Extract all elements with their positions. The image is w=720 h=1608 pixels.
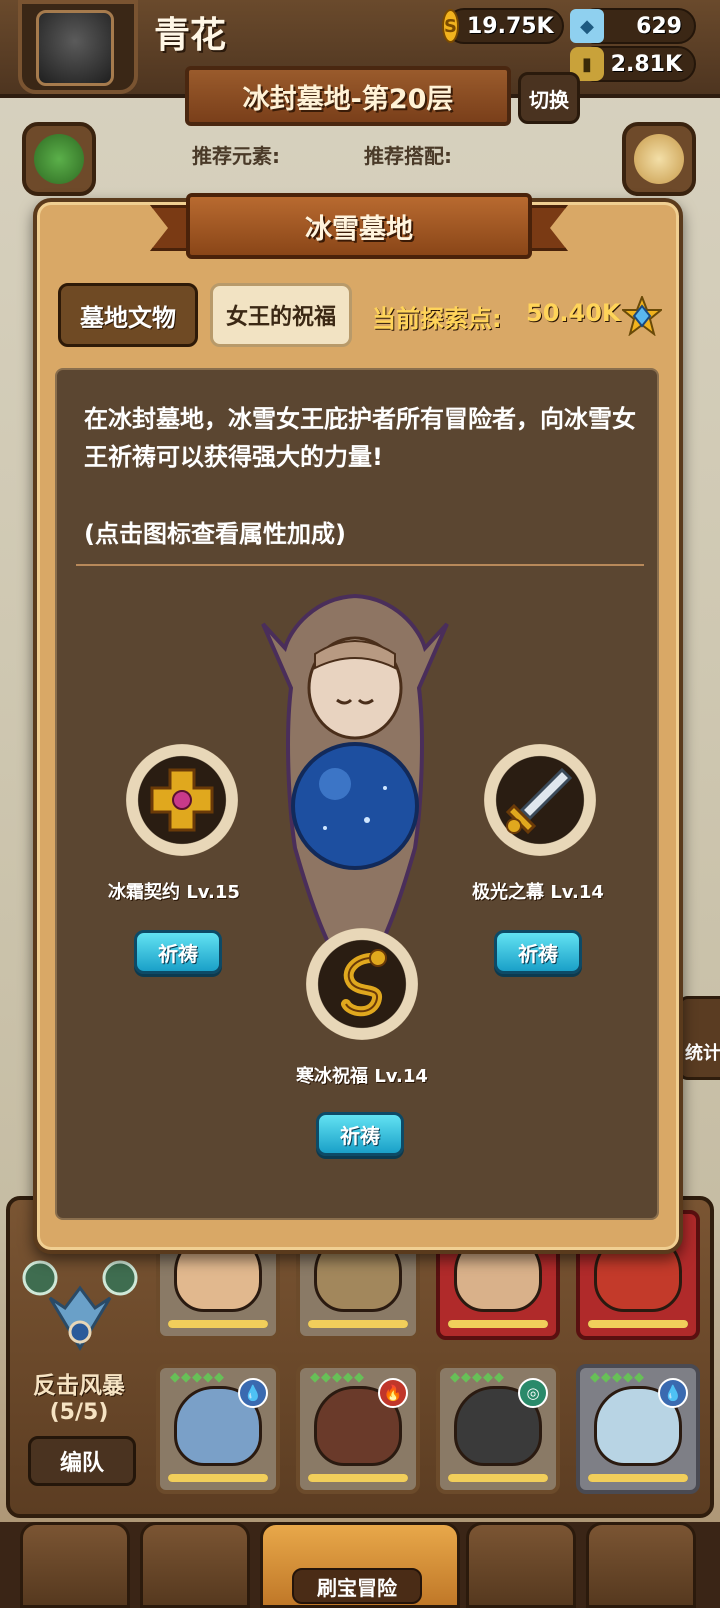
hero-progress-bar — [448, 1474, 548, 1482]
relic-aurora-veil[interactable] — [484, 744, 596, 856]
hero-progress-bar — [308, 1320, 408, 1328]
relic-frost-contract[interactable] — [126, 744, 238, 856]
blessing-description: 在冰封墓地，冰雪女王庇护者所有冒险者，向冰雪女王祈祷可以获得强大的力量! — [84, 405, 636, 471]
pray-button-frost-contract[interactable]: 祈祷 — [134, 930, 222, 974]
stage-title-banner: 冰封墓地-第20层 — [185, 66, 511, 126]
content-divider — [76, 564, 644, 566]
tab-queen-blessing[interactable]: 女王的祝福 — [210, 283, 352, 347]
scroll-icon — [634, 134, 684, 184]
hero-progress-bar — [168, 1320, 268, 1328]
gem-value: 629 — [636, 13, 682, 39]
sword-icon — [505, 767, 573, 835]
scroll-button[interactable] — [622, 122, 696, 196]
avatar-helmet-icon — [36, 10, 114, 86]
nav-bag-button[interactable] — [466, 1522, 576, 1608]
recommended-combo-label: 推荐搭配: — [364, 144, 452, 168]
hero-card[interactable]: ◆◆◆◆◆ 💧 — [576, 1364, 700, 1494]
explore-points-label: 当前探索点: — [372, 305, 502, 333]
gem-icon: ◆ — [570, 9, 604, 43]
potion-value: 2.81K — [610, 51, 682, 77]
explore-points-value: 50.40K — [526, 299, 621, 327]
hero-progress-bar — [588, 1320, 688, 1328]
hero-card[interactable]: ◆◆◆◆◆ 🔥 — [296, 1364, 420, 1494]
fire-element-icon: 🔥 — [378, 1378, 408, 1408]
hero-card[interactable]: ◆◆◆◆◆ 💧 — [156, 1364, 280, 1494]
golden-cross-icon — [150, 768, 214, 832]
potion-resource[interactable]: ▮ 2.81K — [570, 46, 696, 82]
relic-ice-blessing[interactable] — [306, 928, 418, 1040]
stage-title: 冰封墓地-第20层 — [242, 83, 454, 115]
explore-crystal-icon — [622, 296, 662, 336]
hero-stars: ◆◆◆◆◆ — [170, 1370, 225, 1385]
blessing-hint: (点击图标查看属性加成) — [84, 520, 346, 548]
hero-progress-bar — [168, 1474, 268, 1482]
team-count: (5/5) — [49, 1400, 109, 1425]
team-name: 反击风暴 — [33, 1373, 125, 1399]
nav-hero-button[interactable] — [140, 1522, 250, 1608]
relic-aurora-veil-label: 极光之幕 Lv.14 — [472, 882, 604, 903]
gem-resource[interactable]: ◆ 629 — [570, 8, 696, 44]
player-avatar[interactable] — [18, 0, 138, 94]
nav-forge-button[interactable] — [586, 1522, 696, 1608]
player-name: 青花 — [154, 15, 227, 56]
modal-title-bar: 冰雪墓地 — [186, 193, 532, 259]
gold-coin-icon: S — [442, 9, 459, 43]
hero-stars: ◆◆◆◆◆ — [310, 1370, 365, 1385]
modal-title: 冰雪墓地 — [305, 213, 413, 245]
hero-stars: ◆◆◆◆◆ — [450, 1370, 505, 1385]
hero-card[interactable]: ◆◆◆◆◆ ◎ — [436, 1364, 560, 1494]
team-emblem-icon — [22, 1260, 138, 1351]
switch-stage-button[interactable]: 切换 — [518, 72, 580, 124]
hero-progress-bar — [448, 1320, 548, 1328]
relic-frost-contract-label: 冰霜契约 Lv.15 — [108, 882, 240, 903]
water-element-icon: 💧 — [238, 1378, 268, 1408]
gold-value: 19.75K — [466, 13, 554, 39]
stats-button[interactable]: 统计 — [678, 996, 720, 1080]
recommended-element-label: 推荐元素: — [192, 144, 280, 168]
gold-resource[interactable]: S 19.75K — [442, 8, 564, 44]
golden-dragon-icon — [341, 949, 387, 1017]
nav-shop-button[interactable] — [20, 1522, 130, 1608]
hero-stars: ◆◆◆◆◆ — [590, 1370, 645, 1385]
clover-button[interactable] — [22, 122, 96, 196]
relic-ice-blessing-label: 寒冰祝福 Lv.14 — [296, 1066, 428, 1087]
nav-active-label: 刷宝冒险 — [292, 1568, 422, 1604]
wind-element-icon: ◎ — [518, 1378, 548, 1408]
water-element-icon: 💧 — [658, 1378, 688, 1408]
tab-graveyard-relics[interactable]: 墓地文物 — [58, 283, 198, 347]
hero-progress-bar — [588, 1474, 688, 1482]
hero-progress-bar — [308, 1474, 408, 1482]
edit-team-button[interactable]: 编队 — [28, 1436, 136, 1486]
clover-icon — [34, 134, 84, 184]
pray-button-ice-blessing[interactable]: 祈祷 — [316, 1112, 404, 1156]
pray-button-aurora-veil[interactable]: 祈祷 — [494, 930, 582, 974]
